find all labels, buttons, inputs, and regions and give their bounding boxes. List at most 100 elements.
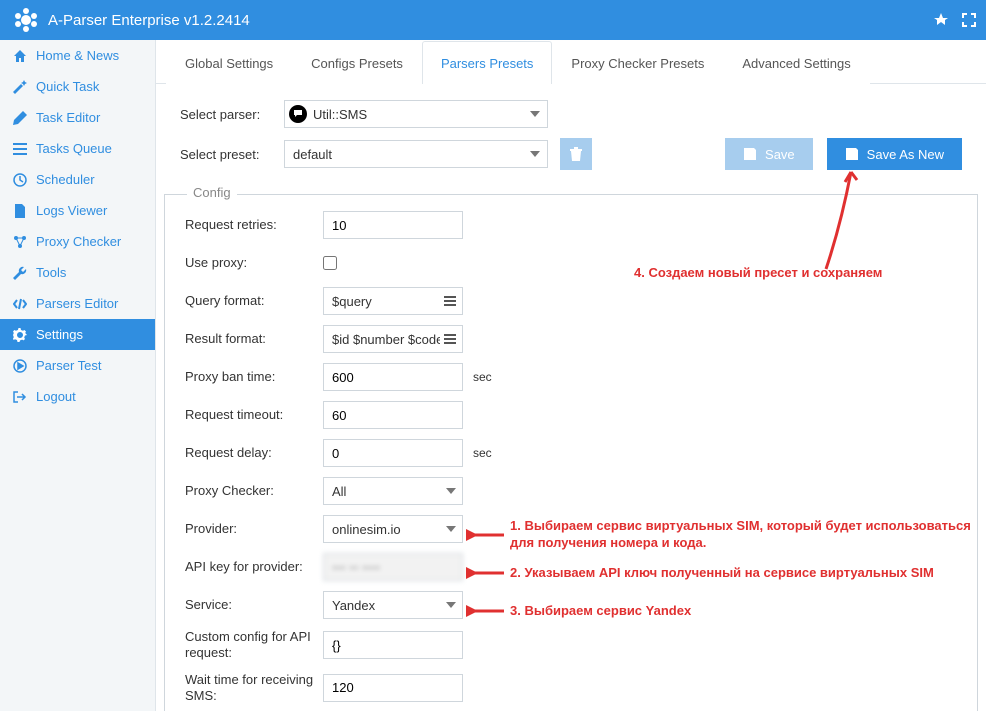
save-button-label: Save <box>765 147 795 162</box>
sidebar-item-taskeditor[interactable]: Task Editor <box>0 102 155 133</box>
unit-sec: sec <box>473 446 492 460</box>
reqdelay-label: Request delay: <box>185 445 323 461</box>
sidebar-item-label: Tools <box>36 265 66 280</box>
gear-icon <box>12 328 28 342</box>
service-select[interactable]: Yandex <box>323 591 463 619</box>
proxyban-input[interactable] <box>323 363 463 391</box>
sidebar-item-label: Proxy Checker <box>36 234 121 249</box>
proxychecker-label: Proxy Checker: <box>185 483 323 499</box>
sidebar-item-label: Tasks Queue <box>36 141 112 156</box>
logout-icon <box>12 390 28 404</box>
app-header: A-Parser Enterprise v1.2.2414 <box>0 0 986 40</box>
chevron-down-icon <box>446 488 456 494</box>
proxychecker-select[interactable]: All <box>323 477 463 505</box>
header-actions <box>934 13 976 27</box>
chevron-down-icon <box>446 526 456 532</box>
sidebar-item-parserseditor[interactable]: Parsers Editor <box>0 288 155 319</box>
tab-label: Advanced Settings <box>742 56 850 71</box>
tab-label: Configs Presets <box>311 56 403 71</box>
sidebar-item-tasksqueue[interactable]: Tasks Queue <box>0 133 155 164</box>
resultfmt-label: Result format: <box>185 331 323 347</box>
menu-icon <box>444 296 456 306</box>
select-parser[interactable]: Util::SMS <box>284 100 548 128</box>
app-logo-icon <box>12 6 40 34</box>
sidebar-item-logsviewer[interactable]: Logs Viewer <box>0 195 155 226</box>
sidebar-item-label: Parsers Editor <box>36 296 118 311</box>
useproxy-label: Use proxy: <box>185 255 323 271</box>
sidebar-item-label: Home & News <box>36 48 119 63</box>
play-icon <box>12 359 28 373</box>
provider-label: Provider: <box>185 521 323 537</box>
delete-preset-button[interactable] <box>560 138 592 170</box>
retries-input[interactable] <box>323 211 463 239</box>
select-parser-value: Util::SMS <box>313 107 367 122</box>
tab-parsers-presets[interactable]: Parsers Presets <box>422 41 552 84</box>
select-preset[interactable]: default <box>284 140 548 168</box>
sidebar-item-scheduler[interactable]: Scheduler <box>0 164 155 195</box>
proxychecker-value: All <box>332 484 346 499</box>
waittime-input[interactable] <box>323 674 463 702</box>
sms-icon <box>289 105 307 123</box>
tab-advanced-settings[interactable]: Advanced Settings <box>723 41 869 84</box>
sidebar-item-label: Logs Viewer <box>36 203 107 218</box>
main-panel: Global Settings Configs Presets Parsers … <box>156 40 986 711</box>
select-preset-value: default <box>293 147 332 162</box>
retries-label: Request retries: <box>185 217 323 233</box>
save-icon <box>743 147 757 161</box>
useproxy-checkbox[interactable] <box>323 256 337 270</box>
queryfmt-value: $query <box>332 294 372 309</box>
unit-sec: sec <box>473 370 492 384</box>
file-icon <box>12 204 28 218</box>
provider-select[interactable]: onlinesim.io <box>323 515 463 543</box>
sidebar-item-logout[interactable]: Logout <box>0 381 155 412</box>
queryfmt-input[interactable]: $query <box>323 287 463 315</box>
tab-label: Proxy Checker Presets <box>571 56 704 71</box>
sidebar-item-home[interactable]: Home & News <box>0 40 155 71</box>
tab-configs-presets[interactable]: Configs Presets <box>292 41 422 84</box>
sidebar-item-label: Task Editor <box>36 110 100 125</box>
trash-icon <box>569 147 583 161</box>
home-icon <box>12 49 28 63</box>
app-title: A-Parser Enterprise v1.2.2414 <box>48 12 250 29</box>
reqtimeout-input[interactable] <box>323 401 463 429</box>
sidebar-item-tools[interactable]: Tools <box>0 257 155 288</box>
pin-icon[interactable] <box>934 13 948 27</box>
queryfmt-label: Query format: <box>185 293 323 309</box>
service-label: Service: <box>185 597 323 613</box>
chevron-down-icon <box>446 602 456 608</box>
sidebar-item-label: Scheduler <box>36 172 95 187</box>
sidebar-item-proxychecker[interactable]: Proxy Checker <box>0 226 155 257</box>
save-icon <box>845 147 859 161</box>
resultfmt-input[interactable]: $id $number $code <box>323 325 463 353</box>
tab-proxy-checker-presets[interactable]: Proxy Checker Presets <box>552 41 723 84</box>
settings-tabs: Global Settings Configs Presets Parsers … <box>156 40 986 84</box>
sidebar-item-settings[interactable]: Settings <box>0 319 155 350</box>
tab-global-settings[interactable]: Global Settings <box>166 41 292 84</box>
select-parser-label: Select parser: <box>180 107 284 122</box>
config-legend: Config <box>187 185 237 200</box>
reqtimeout-label: Request timeout: <box>185 407 323 423</box>
sidebar-item-label: Parser Test <box>36 358 102 373</box>
sidebar-item-quicktask[interactable]: Quick Task <box>0 71 155 102</box>
network-icon <box>12 235 28 249</box>
save-button[interactable]: Save <box>725 138 813 170</box>
pencil-icon <box>12 111 28 125</box>
apikey-label: API key for provider: <box>185 559 323 575</box>
fullscreen-icon[interactable] <box>962 13 976 27</box>
customcfg-input[interactable] <box>323 631 463 659</box>
sidebar-item-label: Logout <box>36 389 76 404</box>
menu-icon <box>444 334 456 344</box>
select-preset-label: Select preset: <box>180 147 284 162</box>
sidebar-nav: Home & News Quick Task Task Editor Tasks… <box>0 40 156 711</box>
provider-value: onlinesim.io <box>332 522 401 537</box>
apikey-input[interactable]: ••• •• •••• <box>323 553 463 581</box>
wrench-icon <box>12 266 28 280</box>
save-as-new-button[interactable]: Save As New <box>827 138 962 170</box>
save-as-new-button-label: Save As New <box>867 147 944 162</box>
resultfmt-value: $id $number $code <box>332 332 440 347</box>
wand-icon <box>12 80 28 94</box>
reqdelay-input[interactable] <box>323 439 463 467</box>
sidebar-item-parsertest[interactable]: Parser Test <box>0 350 155 381</box>
preset-controls: Select parser: Util::SMS Select preset: … <box>156 84 986 188</box>
tab-label: Global Settings <box>185 56 273 71</box>
